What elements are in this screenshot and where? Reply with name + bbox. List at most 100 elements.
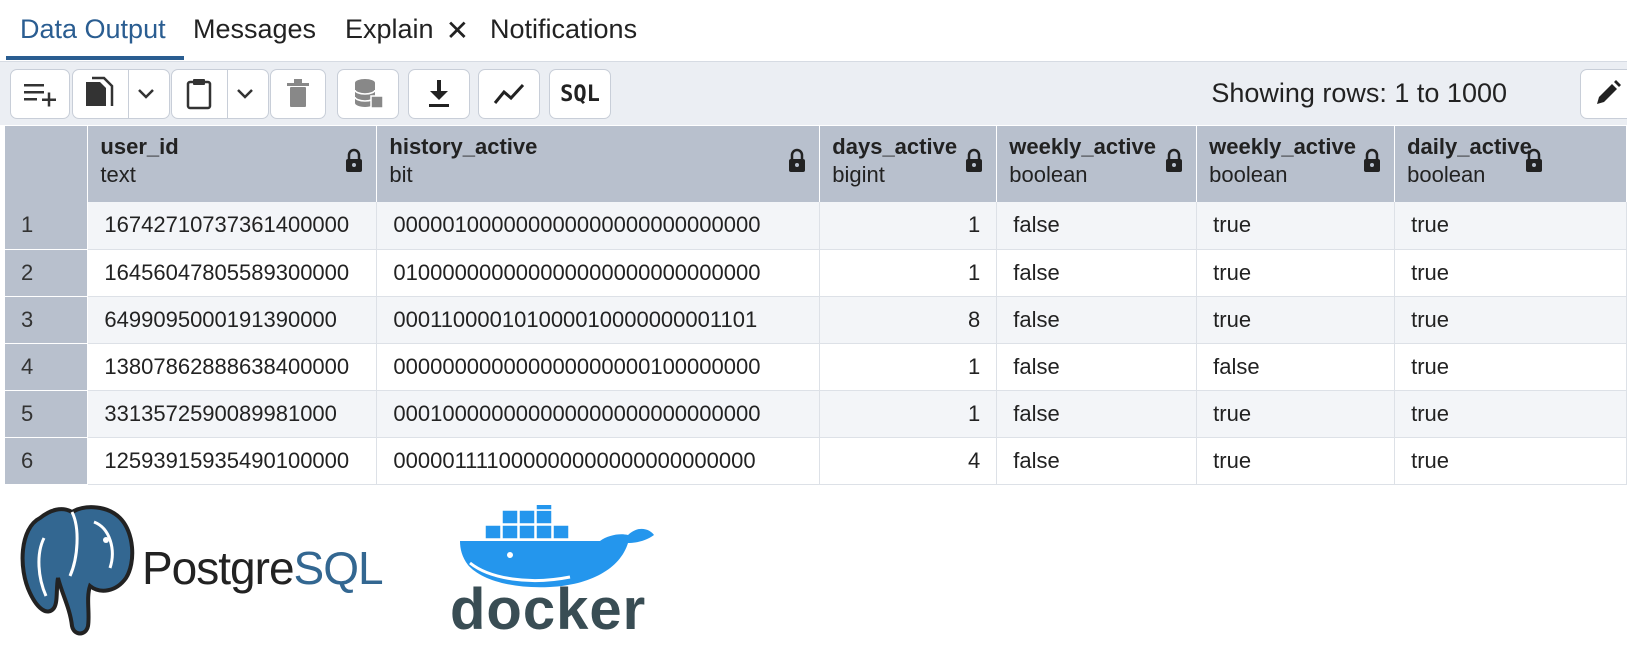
table-row[interactable]: 6 12593915935490100000 00000111100000000… [5,437,1627,485]
cell-days-active[interactable]: 1 [819,249,998,297]
cell-history-active[interactable]: 010000000000000000000000000000 [376,249,821,297]
download-button[interactable] [408,69,470,119]
cell-user-id[interactable]: 6499095000191390000 [87,296,378,344]
lock-icon [1166,148,1183,172]
docker-wordmark: docker [450,577,647,642]
cell-history-active[interactable]: 000110000101000010000000001101 [376,296,821,344]
cell-user-id[interactable]: 16742710737361400000 [87,202,378,250]
table-row[interactable]: 1 16742710737361400000 00000100000000000… [5,202,1627,250]
cell-weekly-active[interactable]: false [996,437,1198,485]
delete-button[interactable] [270,69,326,119]
cell-weekly-active-2[interactable]: true [1196,202,1396,250]
close-icon[interactable]: ✕ [446,14,469,48]
column-type: bigint [832,162,885,187]
column-name: daily_active [1407,134,1532,159]
cell-history-active[interactable]: 000000000000000000000100000000 [376,343,821,391]
cell-weekly-active-2[interactable]: true [1196,437,1396,485]
cell-days-active[interactable]: 4 [819,437,998,485]
cell-weekly-active[interactable]: false [996,390,1198,438]
paste-icon [186,79,211,110]
table-row[interactable]: 5 3313572590089981000 000100000000000000… [5,390,1627,438]
tab-messages[interactable]: Messages [193,12,316,52]
delete-icon [287,79,309,107]
cell-weekly-active-2[interactable]: false [1196,343,1396,391]
postgresql-wordmark-prefix: Postgre [142,542,295,594]
cell-weekly-active[interactable]: false [996,343,1198,391]
column-header-days-active[interactable]: days_active bigint [819,126,998,202]
cell-weekly-active-2[interactable]: true [1196,390,1396,438]
cell-days-active[interactable]: 1 [819,202,998,250]
cell-days-active[interactable]: 1 [819,390,998,438]
row-number[interactable]: 2 [5,249,89,297]
copy-icon [85,76,113,106]
column-type: boolean [1407,162,1486,187]
cell-weekly-active[interactable]: false [996,296,1198,344]
sql-icon: SQL [560,81,600,107]
lock-icon [789,148,806,172]
cell-user-id[interactable]: 16456047805589300000 [87,249,378,297]
save-data-button[interactable] [337,69,399,119]
column-type: text [100,162,136,187]
column-header-daily-active[interactable]: daily_active boolean [1394,126,1627,202]
chevron-down-icon [236,89,253,99]
copy-button[interactable] [72,69,170,119]
cell-user-id[interactable]: 12593915935490100000 [87,437,378,485]
column-header-history-active[interactable]: history_active bit [376,126,821,202]
cell-daily-active[interactable]: true [1394,437,1627,485]
cell-days-active[interactable]: 8 [819,296,998,344]
column-header-weekly-active-2[interactable]: weekly_active boolean [1196,126,1396,202]
add-row-button[interactable] [10,69,70,119]
sql-button[interactable]: SQL [549,69,611,119]
chevron-down-icon [137,89,154,99]
cell-weekly-active[interactable]: false [996,202,1198,250]
tab-notifications[interactable]: Notifications [490,12,637,52]
cell-daily-active[interactable]: true [1394,202,1627,250]
cell-weekly-active[interactable]: false [996,249,1198,297]
graph-icon [493,83,525,104]
cell-daily-active[interactable]: true [1394,390,1627,438]
tab-explain[interactable]: Explain ✕ [345,12,469,52]
column-type: bit [389,162,413,187]
edit-button[interactable] [1580,69,1627,119]
results-tabbar: Data Output Messages Explain ✕ Notificati… [0,0,1627,60]
row-number[interactable]: 1 [5,202,89,250]
table-row[interactable]: 3 6499095000191390000 000110000101000010… [5,296,1627,344]
cell-daily-active[interactable]: true [1394,296,1627,344]
cell-history-active[interactable]: 000001111000000000000000000000 [376,437,821,485]
row-number[interactable]: 4 [5,343,89,391]
cell-user-id[interactable]: 13807862888638400000 [87,343,378,391]
cell-weekly-active-2[interactable]: true [1196,296,1396,344]
cell-daily-active[interactable]: true [1394,343,1627,391]
cell-daily-active[interactable]: true [1394,249,1627,297]
cell-weekly-active-2[interactable]: true [1196,249,1396,297]
graph-visualiser-button[interactable] [478,69,540,119]
column-header-user-id[interactable]: user_id text [87,126,378,202]
cell-days-active[interactable]: 1 [819,343,998,391]
row-number[interactable]: 3 [5,296,89,344]
cell-history-active[interactable]: 000001000000000000000000000000 [376,202,821,250]
column-header-weekly-active[interactable]: weekly_active boolean [996,126,1198,202]
row-number[interactable]: 6 [5,437,89,485]
row-number[interactable]: 5 [5,390,89,438]
row-number-header[interactable] [5,126,89,202]
table-row[interactable]: 2 16456047805589300000 01000000000000000… [5,249,1627,297]
lock-icon [1526,148,1542,172]
postgresql-wordmark-suffix: SQL [293,542,384,594]
cell-user-id[interactable]: 3313572590089981000 [87,390,378,438]
column-type: boolean [1209,162,1288,187]
postgresql-wordmark: PostgreSQL [142,538,384,598]
save-data-icon [354,79,384,109]
cell-history-active[interactable]: 000100000000000000000000000000 [376,390,821,438]
paste-button[interactable] [171,69,269,119]
table-row[interactable]: 4 13807862888638400000 00000000000000000… [5,343,1627,391]
result-grid: user_id text history_active bit days_act… [5,126,1627,485]
rows-info: Showing rows: 1 to 1000 [1211,78,1507,108]
column-name: weekly_active [1009,134,1157,159]
column-name: user_id [100,134,179,159]
tab-data-output[interactable]: Data Output [20,12,166,52]
lock-icon [1364,148,1381,172]
column-name: weekly_active [1209,134,1356,159]
pencil-icon [1597,80,1621,104]
column-type: boolean [1009,162,1088,187]
grid-header-row: user_id text history_active bit days_act… [5,126,1627,202]
